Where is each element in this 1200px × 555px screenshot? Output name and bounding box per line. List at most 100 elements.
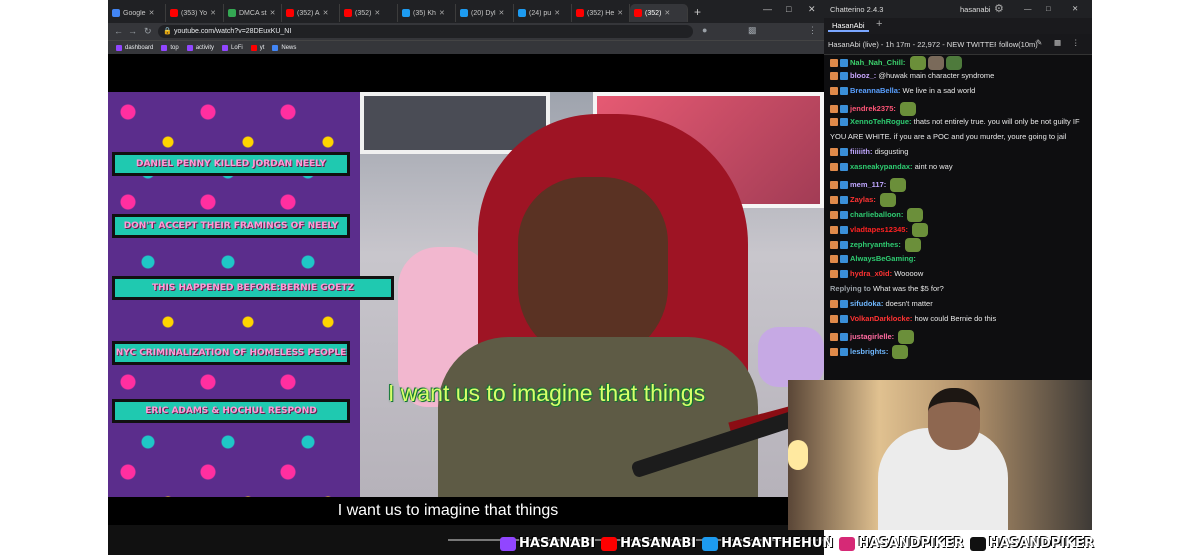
add-tab-icon[interactable]: + (876, 18, 882, 30)
sub-badge-icon (830, 254, 838, 263)
chat-username[interactable]: hydra_x0id: (850, 269, 892, 278)
tab-close-icon[interactable]: ✕ (664, 9, 670, 17)
chat-menu-icon[interactable]: ⋮ (1072, 38, 1080, 47)
chat-username[interactable]: VolkanDarklocke: (850, 314, 912, 323)
close-icon[interactable]: ✕ (1072, 4, 1078, 13)
chat-username[interactable]: jendrek2375: (850, 104, 896, 113)
prime-badge-icon (840, 211, 848, 219)
minimize-icon[interactable]: — (1024, 4, 1032, 13)
emote-icon (904, 238, 921, 253)
browser-tab[interactable]: (352) ✕ (630, 4, 688, 22)
bookmark-item[interactable]: News (272, 44, 296, 51)
browser-tab[interactable]: Google ✕ (108, 4, 166, 22)
tab-close-icon[interactable]: ✕ (499, 9, 505, 17)
browser-tab[interactable]: DMCA st ✕ (224, 4, 282, 22)
tab-label: DMCA st (239, 9, 267, 17)
back-icon[interactable]: ← (114, 26, 123, 36)
social-handle-text: HASANABI (620, 536, 697, 551)
tab-close-icon[interactable]: ✕ (554, 9, 560, 17)
bookmark-item[interactable]: activity (186, 44, 215, 51)
browser-tab[interactable]: (352) A ✕ (282, 4, 340, 22)
chat-username[interactable]: lesbrights: (850, 347, 888, 356)
tab-close-icon[interactable]: ✕ (439, 9, 445, 17)
prime-badge-icon (840, 300, 848, 309)
favicon-icon (634, 9, 642, 17)
tiktok-icon (969, 536, 986, 551)
bookmark-item[interactable]: yt (250, 44, 264, 51)
settings-icon[interactable]: ⚙ (994, 2, 1004, 15)
reload-icon[interactable]: ↻ (144, 26, 152, 37)
address-toolbar: ← → ↻ 🔒 youtube.com/watch?v=28DEuxKU_NI … (108, 23, 824, 40)
browser-tab[interactable]: (353) Yo ✕ (166, 4, 224, 22)
close-icon[interactable]: ✕ (808, 4, 816, 15)
chat-text: aint no way (914, 162, 953, 172)
tab-close-icon[interactable]: ✕ (270, 9, 276, 17)
chat-username[interactable]: Nah_Nah_Chill: (850, 58, 905, 67)
menu-icon[interactable]: ⋮ (808, 25, 817, 36)
tab-hasanabi[interactable]: HasanAbi (828, 21, 869, 32)
chat-username[interactable]: xasneakypandax: (850, 162, 913, 171)
chat-username[interactable]: sifudoka: (850, 299, 883, 308)
split-icon[interactable]: ▦ (1054, 38, 1061, 47)
video-player[interactable]: DANIEL PENNY KILLED JORDAN NEELY DON'T A… (108, 92, 824, 497)
browser-tab[interactable]: (352) He ✕ (572, 4, 630, 22)
sub-badge-icon (830, 195, 838, 204)
chat-username[interactable]: charlieballoon: (850, 210, 903, 219)
browser-tab[interactable]: (24) pu ✕ (514, 4, 572, 22)
tab-label: (353) Yo (181, 9, 208, 17)
extensions-icon[interactable]: ● (702, 25, 707, 35)
chat-tabs: HasanAbi + (824, 18, 1092, 34)
chat-mode: follow(10m) (999, 40, 1038, 49)
sub-badge-icon (830, 347, 838, 356)
chat-username[interactable]: zephryanthes: (850, 240, 901, 249)
puzzle-icon[interactable]: ▩ (748, 25, 757, 36)
chat-username[interactable]: Replying to (830, 284, 871, 293)
emote-icon (879, 192, 896, 207)
burned-in-subtitle: I want us to imagine that things (388, 380, 706, 406)
chat-username[interactable]: XennoTehRogue: (850, 117, 912, 126)
browser-tab[interactable]: (35) Kh ✕ (398, 4, 456, 22)
chat-username[interactable]: BreannaBella: (850, 86, 900, 95)
tab-label: (24) pu (529, 9, 552, 17)
bookmark-icon (250, 44, 257, 51)
chat-username[interactable]: vladtapes12345: (850, 225, 908, 234)
bookmark-item[interactable]: top (161, 44, 179, 51)
sub-badge-icon (830, 87, 838, 96)
social-handle: HASANABI (601, 536, 696, 551)
chat-message: mem_117: (830, 177, 1086, 192)
chat-username[interactable]: Zaylas: (850, 195, 876, 204)
tab-close-icon[interactable]: ✕ (617, 9, 623, 17)
bookmark-icon (186, 44, 193, 51)
new-tab-button[interactable]: + (694, 5, 701, 19)
minimize-icon[interactable]: — (763, 4, 772, 14)
emote-icon (909, 56, 926, 70)
chat-text: We live in a sad world (902, 86, 976, 96)
forward-icon[interactable]: → (128, 26, 137, 36)
browser-tab[interactable]: (20) Dyl ✕ (456, 4, 514, 22)
bookmark-item[interactable]: LoFi (222, 44, 243, 51)
chat-username[interactable]: mem_117: (850, 180, 886, 189)
browser-tab[interactable]: (352) ✕ (340, 4, 398, 22)
chat-username[interactable]: fiiiiith: (850, 147, 873, 156)
bookmark-label: activity (195, 44, 215, 51)
chat-username[interactable]: justagirlelle: (850, 332, 894, 341)
chat-username[interactable]: AlwaysBeGaming: (850, 254, 916, 263)
chat-text: What was the $5 for? (872, 284, 944, 293)
url-field[interactable]: 🔒 youtube.com/watch?v=28DEuxKU_NI (158, 25, 693, 38)
url-text: youtube.com/watch?v=28DEuxKU_NI (174, 28, 292, 35)
chat-text: how could Bernie do this (914, 314, 997, 324)
tab-close-icon[interactable]: ✕ (210, 9, 216, 17)
bookmark-item[interactable]: dashboard (116, 44, 153, 51)
tab-close-icon[interactable]: ✕ (374, 9, 380, 17)
chat-username[interactable]: blooz_: (850, 71, 876, 80)
edit-icon[interactable]: ✎ (1036, 38, 1042, 47)
emote-icon (899, 101, 916, 116)
maximize-icon[interactable]: □ (786, 4, 791, 14)
speaker-shirt (438, 337, 758, 497)
favicon-icon (112, 9, 120, 17)
tab-close-icon[interactable]: ✕ (149, 9, 155, 17)
prime-badge-icon (840, 180, 848, 189)
maximize-icon[interactable]: □ (1046, 4, 1051, 13)
tab-close-icon[interactable]: ✕ (323, 9, 329, 17)
favicon-icon (286, 9, 294, 17)
